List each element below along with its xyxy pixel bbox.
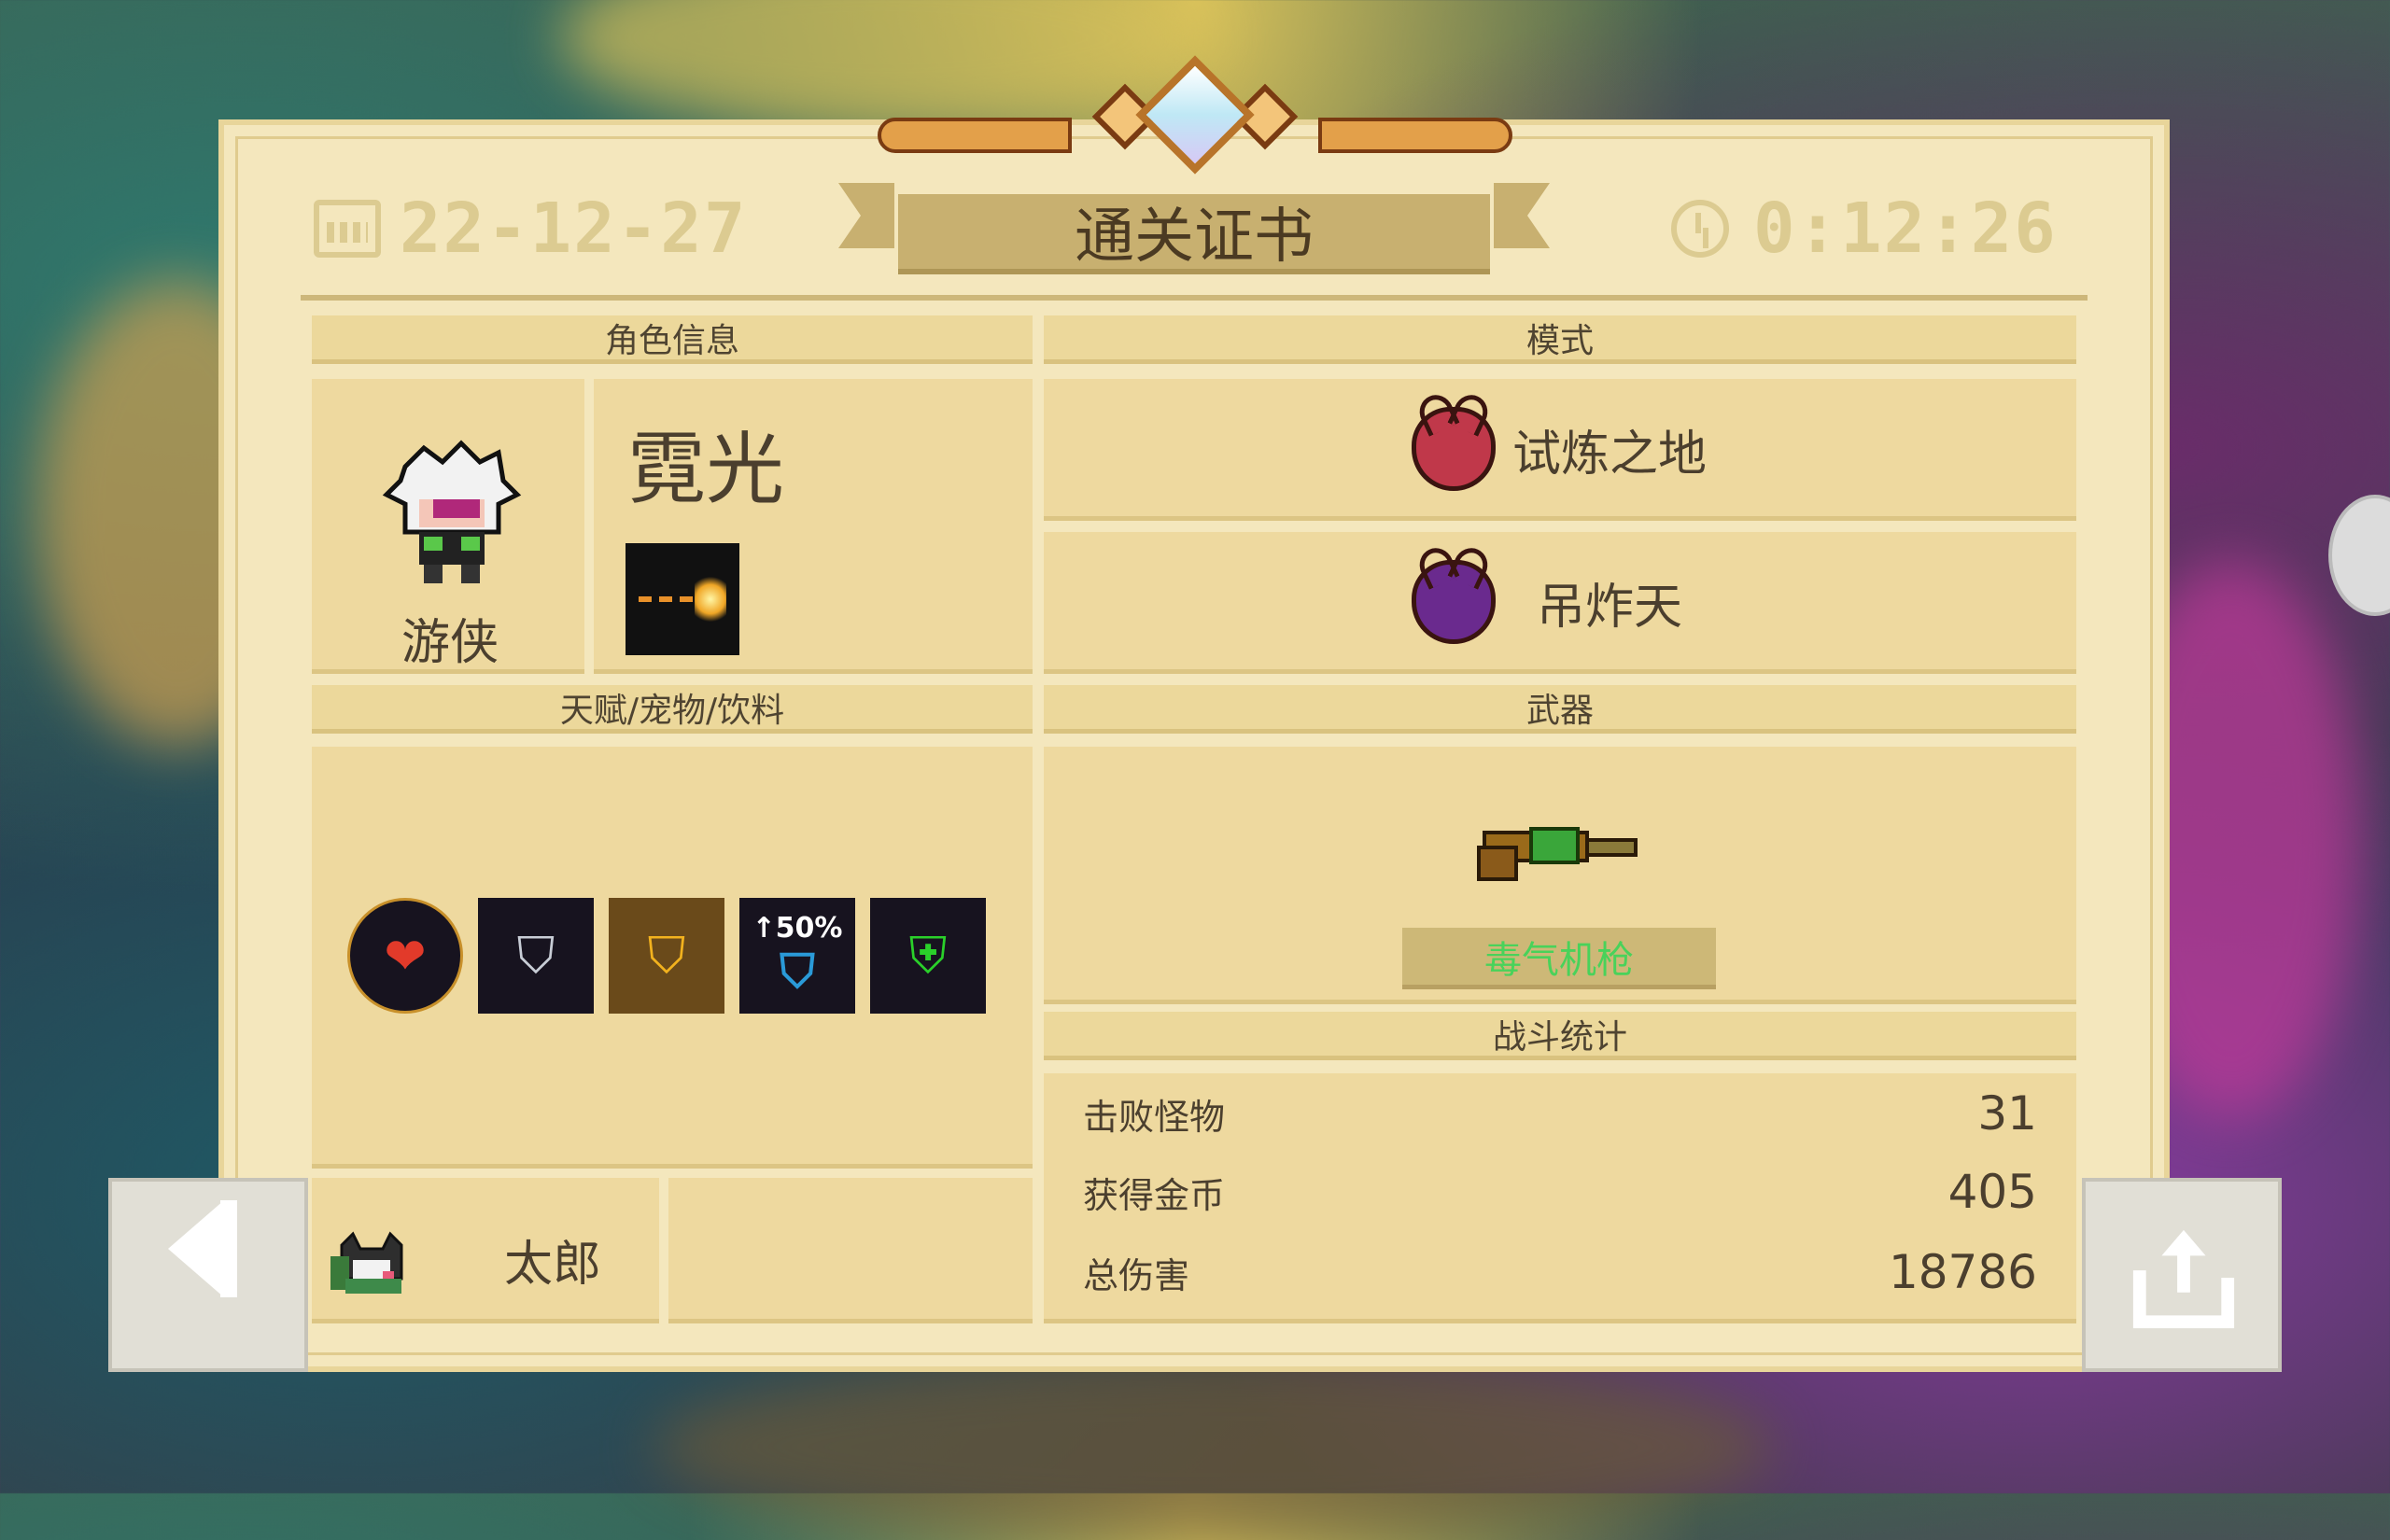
character-info-header: 角色信息 — [312, 315, 1033, 364]
time-display: 0:12:26 — [1671, 187, 2058, 271]
character-name: 霓光 — [627, 424, 785, 515]
weapon-name: 毒气机枪 — [1402, 928, 1716, 989]
stat-label: 总伤害 — [1083, 1254, 1190, 1296]
skill-ray — [639, 596, 695, 602]
mode-item-trial: 试炼之地 — [1412, 407, 1707, 491]
qq-icon[interactable] — [2328, 495, 2390, 616]
poison-gun-icon — [1477, 827, 1638, 881]
gold-shield-icon[interactable]: ⛉ — [609, 898, 724, 1014]
crest-center — [1091, 55, 1299, 175]
talents-header: 天赋/宠物/饮料 — [312, 685, 1033, 734]
character-class: 游侠 — [401, 615, 499, 671]
mode-header: 模式 — [1044, 315, 2076, 364]
silver-shield-icon[interactable]: ⛉ — [478, 898, 594, 1014]
stat-label: 击败怪物 — [1083, 1096, 1226, 1138]
background-blob — [654, 1353, 1774, 1540]
mode-label: 吊炸天 — [1537, 579, 1683, 636]
shield-50-percent-icon[interactable]: ↑50% ⛉ — [739, 898, 855, 1014]
stat-row-gold: 获得金币 405 — [1083, 1165, 2037, 1219]
date-display: 22-12-27 — [314, 187, 747, 271]
laser-burst-icon[interactable] — [626, 543, 739, 655]
crest-wing-right — [1318, 118, 1512, 153]
pet-name: 太郎 — [504, 1237, 602, 1293]
clock-icon — [1671, 200, 1729, 258]
battle-stats-header: 战斗统计 — [1044, 1012, 2076, 1060]
ranger-avatar — [382, 440, 522, 583]
divider — [301, 295, 2088, 301]
stat-value: 31 — [1977, 1086, 2037, 1141]
stat-value: 405 — [1947, 1165, 2037, 1219]
stat-row-kills: 击败怪物 31 — [1083, 1086, 2037, 1141]
time-value: 0:12:26 — [1753, 189, 2058, 269]
stat-row-damage: 总伤害 18786 — [1083, 1245, 2037, 1299]
calendar-icon — [314, 200, 381, 258]
green-shield-icon[interactable]: ⛨ — [870, 898, 986, 1014]
mode-label: 试炼之地 — [1512, 426, 1708, 483]
diamond-icon — [1135, 55, 1255, 175]
mode-item-difficulty: 吊炸天 — [1412, 560, 1682, 644]
date-value: 22-12-27 — [400, 189, 748, 269]
purple-demon-helmet-icon — [1412, 560, 1496, 644]
back-arrow-stem — [220, 1200, 237, 1297]
blue-shield-glyph: ⛉ — [780, 945, 815, 999]
stat-label: 获得金币 — [1083, 1174, 1226, 1216]
skill-burst — [695, 571, 726, 627]
share-icon — [2132, 1229, 2235, 1329]
crest-ornament — [878, 55, 1512, 175]
talent-list: ❤ ⛉ ⛉ ↑50% ⛉ ⛨ — [347, 898, 986, 1014]
stat-value: 18786 — [1888, 1245, 2037, 1299]
talent-percent-label: ↑50% — [752, 912, 843, 945]
certificate-title: 通关证书 — [898, 194, 1490, 274]
cat-pet-icon — [330, 1231, 403, 1294]
back-arrow-icon — [168, 1200, 224, 1297]
crest-wing-left — [878, 118, 1072, 153]
red-demon-helmet-icon — [1412, 407, 1496, 491]
drink-panel — [668, 1178, 1033, 1323]
heart-plus-icon[interactable]: ❤ — [347, 898, 463, 1014]
weapon-header: 武器 — [1044, 685, 2076, 734]
